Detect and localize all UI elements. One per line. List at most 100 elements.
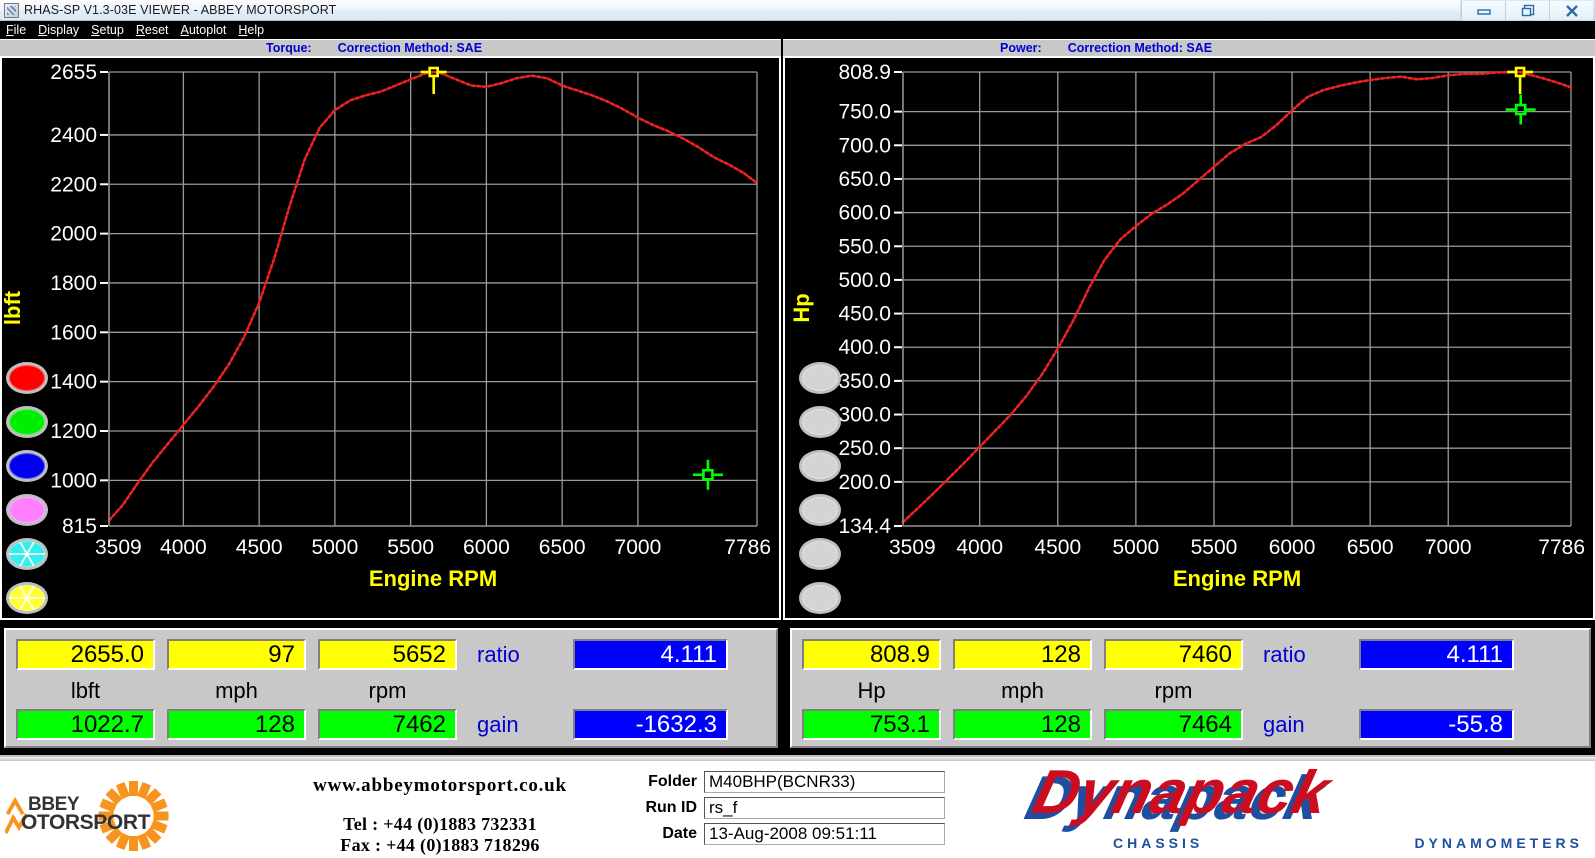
spoke-overlay bbox=[9, 541, 45, 567]
app-icon bbox=[4, 3, 19, 18]
power-trace-color-swatches bbox=[799, 362, 843, 626]
trace-color-yellow[interactable] bbox=[6, 582, 48, 614]
restore-button[interactable] bbox=[1505, 1, 1549, 20]
svg-text:300.0: 300.0 bbox=[838, 404, 891, 427]
torque-peak-value[interactable]: 2655.0 bbox=[16, 639, 155, 670]
date-label: Date bbox=[622, 825, 704, 843]
run-metadata: Folder M40BHP(BCNR33) Run ID rs_f Date 1… bbox=[622, 771, 952, 849]
power-cursor-rpm[interactable]: 7464 bbox=[1104, 709, 1243, 740]
power-correction-method: Correction Method: SAE bbox=[1068, 41, 1212, 55]
svg-text:4000: 4000 bbox=[956, 536, 1003, 559]
power-peak-rpm[interactable]: 7460 bbox=[1104, 639, 1243, 670]
folder-label: Folder bbox=[622, 773, 704, 791]
svg-text:3509: 3509 bbox=[889, 536, 936, 559]
menu-display[interactable]: Display bbox=[35, 21, 88, 39]
torque-readout-panel: 2655.0 97 5652 ratio 4.111 lbft mph rpm … bbox=[4, 628, 778, 748]
power-trace-color-1[interactable] bbox=[799, 362, 841, 394]
menu-reset[interactable]: Reset bbox=[133, 21, 178, 39]
torque-cursor-mph[interactable]: 128 bbox=[167, 709, 306, 740]
svg-text:750.0: 750.0 bbox=[838, 101, 891, 124]
power-peak-mph[interactable]: 128 bbox=[953, 639, 1092, 670]
torque-unit-lbft: lbft bbox=[16, 678, 155, 704]
svg-text:Dynapack: Dynapack bbox=[1027, 769, 1340, 827]
power-units-row: Hp mph rpm bbox=[802, 678, 1243, 704]
svg-text:350.0: 350.0 bbox=[838, 370, 891, 393]
svg-text:700.0: 700.0 bbox=[838, 134, 891, 157]
torque-gain-value[interactable]: -1632.3 bbox=[573, 709, 728, 740]
power-chart[interactable]: 134.4200.0250.0300.0350.0400.0450.0500.0… bbox=[783, 56, 1595, 620]
svg-text:4000: 4000 bbox=[160, 536, 207, 559]
svg-text:2655: 2655 bbox=[50, 61, 97, 84]
power-peak-row: 808.9 128 7460 ratio 4.111 bbox=[802, 639, 1514, 670]
svg-text:1800: 1800 bbox=[50, 272, 97, 295]
svg-text:2000: 2000 bbox=[50, 223, 97, 246]
trace-color-cyan[interactable] bbox=[6, 538, 48, 570]
dynapack-tagline-left: CHASSIS bbox=[1113, 835, 1203, 851]
svg-text:7000: 7000 bbox=[615, 536, 662, 559]
svg-text:6500: 6500 bbox=[1347, 536, 1394, 559]
svg-text:4500: 4500 bbox=[236, 536, 283, 559]
date-field[interactable]: 13-Aug-2008 09:51:11 bbox=[704, 823, 945, 845]
dynapack-logo: Dynapack Dynapack CHASSIS DYNAMOMETERS bbox=[995, 769, 1585, 855]
close-button[interactable] bbox=[1549, 1, 1593, 20]
torque-cursor-rpm[interactable]: 7462 bbox=[318, 709, 457, 740]
menu-display-rest: isplay bbox=[47, 23, 79, 37]
trace-color-red[interactable] bbox=[6, 362, 48, 394]
svg-text:1600: 1600 bbox=[50, 321, 97, 344]
power-unit-hp: Hp bbox=[802, 678, 941, 704]
torque-peak-mph[interactable]: 97 bbox=[167, 639, 306, 670]
power-readout-panel: 808.9 128 7460 ratio 4.111 Hp mph rpm 75… bbox=[790, 628, 1591, 748]
window-titlebar: RHAS-SP V1.3-03E VIEWER - ABBEY MOTORSPO… bbox=[0, 0, 1460, 21]
power-peak-value[interactable]: 808.9 bbox=[802, 639, 941, 670]
menubar: File Display Setup Reset Autoplot Help bbox=[0, 21, 1595, 39]
trace-color-green[interactable] bbox=[6, 406, 48, 438]
window-controls bbox=[1461, 1, 1593, 20]
power-cursor-mph[interactable]: 128 bbox=[953, 709, 1092, 740]
menu-help[interactable]: Help bbox=[235, 21, 273, 39]
power-gain-value[interactable]: -55.8 bbox=[1359, 709, 1514, 740]
fax-text: Fax : +44 (0)1883 718296 bbox=[265, 835, 615, 856]
power-trace-color-2[interactable] bbox=[799, 406, 841, 438]
svg-text:450.0: 450.0 bbox=[838, 303, 891, 326]
power-trace-color-3[interactable] bbox=[799, 450, 841, 482]
svg-text:7786: 7786 bbox=[1538, 536, 1585, 559]
power-trace-color-6[interactable] bbox=[799, 582, 841, 614]
trace-color-blue[interactable] bbox=[6, 450, 48, 482]
trace-color-magenta[interactable] bbox=[6, 494, 48, 526]
power-cursor-row: 753.1 128 7464 gain -55.8 bbox=[802, 709, 1514, 740]
torque-cursor-value[interactable]: 1022.7 bbox=[16, 709, 155, 740]
svg-text:7786: 7786 bbox=[724, 536, 771, 559]
svg-text:650.0: 650.0 bbox=[838, 168, 891, 191]
svg-text:5000: 5000 bbox=[312, 536, 359, 559]
svg-text:Engine RPM: Engine RPM bbox=[369, 566, 497, 591]
power-trace-color-4[interactable] bbox=[799, 494, 841, 526]
menu-file[interactable]: File bbox=[3, 21, 35, 39]
dynapack-tagline-right: DYNAMOMETERS bbox=[1414, 835, 1583, 851]
dynapack-tagline: CHASSIS DYNAMOMETERS bbox=[1113, 835, 1583, 851]
torque-gain-label: gain bbox=[469, 712, 561, 738]
power-trace-color-5[interactable] bbox=[799, 538, 841, 570]
menu-setup[interactable]: Setup bbox=[88, 21, 133, 39]
power-unit-rpm: rpm bbox=[1104, 678, 1243, 704]
power-ratio-value[interactable]: 4.111 bbox=[1359, 639, 1514, 670]
svg-text:1000: 1000 bbox=[50, 469, 97, 492]
torque-ratio-value[interactable]: 4.111 bbox=[573, 639, 728, 670]
date-row: Date 13-Aug-2008 09:51:11 bbox=[622, 823, 952, 845]
runid-label: Run ID bbox=[622, 799, 704, 817]
abbey-motorsport-logo: BBEY OTORSPORT bbox=[6, 775, 206, 855]
menu-autoplot[interactable]: Autoplot bbox=[178, 21, 236, 39]
runid-field[interactable]: rs_f bbox=[704, 797, 945, 819]
restore-icon bbox=[1520, 4, 1536, 18]
power-cursor-value[interactable]: 753.1 bbox=[802, 709, 941, 740]
torque-peak-rpm[interactable]: 5652 bbox=[318, 639, 457, 670]
torque-cursor-row: 1022.7 128 7462 gain -1632.3 bbox=[16, 709, 728, 740]
svg-text:6000: 6000 bbox=[463, 536, 510, 559]
footer-divider bbox=[0, 757, 1595, 761]
svg-text:500.0: 500.0 bbox=[838, 269, 891, 292]
svg-text:2200: 2200 bbox=[50, 173, 97, 196]
window-title: RHAS-SP V1.3-03E VIEWER - ABBEY MOTORSPO… bbox=[24, 3, 336, 17]
folder-field[interactable]: M40BHP(BCNR33) bbox=[704, 771, 945, 793]
torque-chart[interactable]: 8151000120014001600180020002200240026553… bbox=[0, 56, 781, 620]
minimize-button[interactable] bbox=[1461, 1, 1505, 20]
torque-unit-mph: mph bbox=[167, 678, 306, 704]
